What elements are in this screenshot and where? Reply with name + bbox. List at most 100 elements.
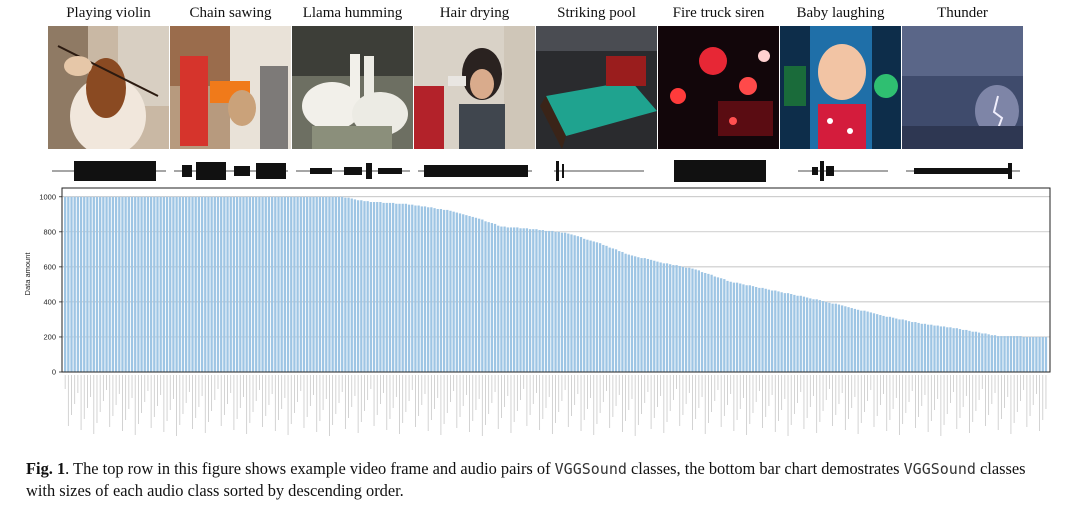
bar	[477, 218, 481, 372]
bar	[172, 196, 175, 372]
bar	[70, 196, 73, 372]
bar	[812, 299, 815, 372]
video-frame-fire-truck-siren	[658, 26, 779, 149]
bar	[382, 202, 385, 372]
bar	[449, 210, 452, 372]
bar	[528, 229, 532, 372]
bar	[665, 263, 669, 372]
bar	[462, 214, 465, 372]
bar	[1019, 336, 1022, 372]
bar	[640, 258, 643, 372]
bar	[124, 196, 127, 372]
bar	[799, 295, 802, 372]
bar	[516, 227, 519, 372]
bar	[363, 201, 366, 372]
bar	[853, 308, 857, 372]
example-pairs-row: Playing violin Chain sawing Llama hummin…	[48, 2, 1026, 184]
caption-text-part: . The top row in this figure shows examp…	[65, 459, 555, 478]
bar	[898, 319, 901, 372]
bar	[796, 295, 799, 372]
bar	[710, 274, 713, 372]
bar	[261, 196, 264, 372]
bar	[436, 209, 439, 372]
bar	[525, 228, 529, 372]
bar	[216, 196, 220, 372]
bar	[821, 301, 825, 372]
bar	[678, 265, 681, 372]
bar	[952, 328, 955, 372]
bar	[729, 281, 732, 372]
y-tick-label: 800	[43, 227, 56, 236]
bar	[901, 319, 904, 372]
bar	[573, 235, 576, 372]
bar	[907, 321, 911, 372]
bar	[984, 333, 987, 372]
bar	[713, 276, 716, 372]
bar	[735, 282, 739, 372]
bar	[439, 209, 443, 372]
bar	[885, 316, 888, 372]
bar	[223, 196, 226, 372]
video-frame-hair-drying	[414, 26, 535, 149]
bar	[455, 212, 458, 372]
bar	[111, 196, 115, 372]
bar	[108, 196, 111, 372]
bar	[1003, 336, 1006, 372]
bar	[130, 196, 134, 372]
bar	[95, 196, 99, 372]
bar	[353, 199, 357, 372]
bar	[595, 242, 599, 372]
bar	[149, 196, 153, 372]
bar	[946, 327, 949, 372]
bar	[286, 196, 290, 372]
bar	[646, 258, 650, 372]
example-label: Llama humming	[302, 5, 403, 21]
bar	[239, 196, 242, 372]
bar	[197, 196, 201, 372]
bar	[965, 329, 968, 372]
example-label: Hair drying	[439, 5, 510, 21]
bar	[968, 330, 971, 372]
bar	[691, 268, 694, 372]
bar	[653, 260, 656, 372]
bar	[1009, 336, 1013, 372]
bar	[544, 230, 548, 372]
bar	[977, 332, 981, 372]
bar	[767, 289, 771, 372]
bar	[468, 216, 471, 372]
bar	[637, 257, 640, 372]
dataset-name: VGGSound	[903, 460, 976, 478]
bar	[446, 209, 449, 372]
bar	[315, 196, 318, 372]
bar	[188, 196, 191, 372]
bar	[102, 196, 105, 372]
bar	[137, 196, 140, 372]
bar	[579, 237, 583, 372]
bar	[465, 215, 468, 372]
bar	[888, 316, 892, 372]
bar	[487, 222, 490, 372]
bar	[356, 200, 360, 372]
bar	[474, 217, 478, 372]
bar	[872, 313, 876, 372]
bar	[914, 322, 917, 372]
bar	[923, 323, 927, 372]
dataset-name: VGGSound	[554, 460, 627, 478]
bar	[930, 324, 933, 372]
bar	[385, 202, 388, 372]
bar	[337, 196, 341, 372]
bar	[563, 232, 567, 372]
bar	[420, 206, 423, 372]
bar	[844, 306, 847, 372]
bar	[621, 251, 624, 372]
bar	[165, 196, 169, 372]
bar	[834, 303, 837, 372]
video-frame-llama-humming	[292, 26, 413, 149]
bar	[917, 322, 920, 372]
bar	[856, 309, 860, 372]
bar	[185, 196, 188, 372]
bar	[684, 267, 688, 372]
bar	[602, 244, 605, 372]
bar	[805, 297, 809, 372]
bar	[532, 229, 535, 372]
